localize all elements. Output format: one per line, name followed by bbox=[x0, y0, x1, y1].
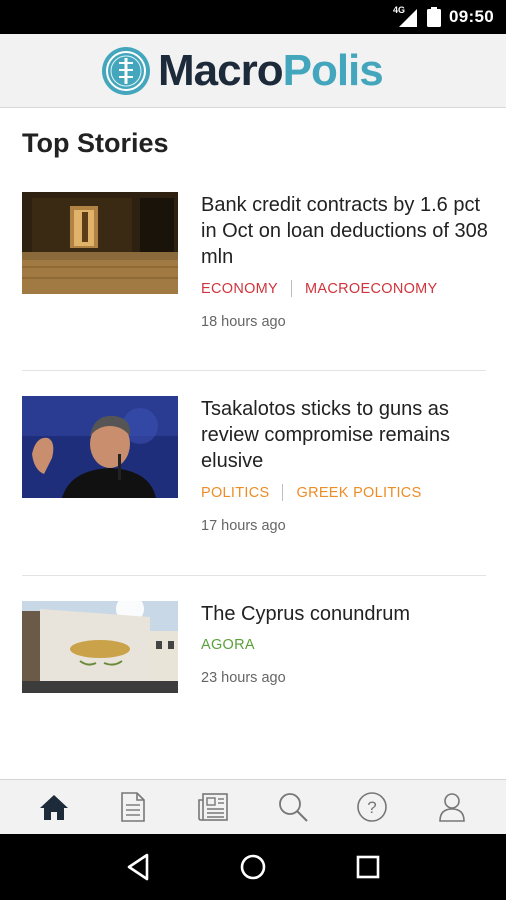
nav-home-button[interactable] bbox=[233, 847, 273, 887]
bottom-tab-bar: ? bbox=[0, 779, 506, 834]
category-tag[interactable]: POLITICS bbox=[201, 485, 269, 501]
story-thumbnail[interactable] bbox=[22, 601, 178, 693]
logo-emblem-icon bbox=[102, 47, 150, 95]
macropolis-logo[interactable]: Macro Polis bbox=[100, 44, 384, 98]
tab-help[interactable]: ? bbox=[342, 780, 402, 835]
newspaper-icon bbox=[198, 793, 228, 821]
app-screen: 4G 09:50 Macro Polis Top Stories Bank cr… bbox=[0, 0, 506, 900]
category-tag[interactable]: ECONOMY bbox=[201, 281, 278, 297]
nav-back-button[interactable] bbox=[118, 847, 158, 887]
clock: 09:50 bbox=[449, 7, 494, 26]
divider bbox=[22, 575, 486, 576]
story-categories: ECONOMY MACROECONOMY bbox=[201, 280, 438, 297]
back-icon bbox=[127, 853, 148, 881]
story-time: 18 hours ago bbox=[201, 314, 286, 330]
help-icon: ? bbox=[357, 792, 388, 822]
logo-text-polis: Polis bbox=[282, 46, 384, 95]
story-categories: POLITICS GREEK POLITICS bbox=[201, 484, 422, 501]
network-type: 4G bbox=[393, 5, 406, 15]
recents-icon bbox=[357, 855, 380, 879]
search-icon bbox=[278, 793, 308, 822]
category-tag[interactable]: AGORA bbox=[201, 637, 255, 653]
story-item[interactable]: The Cyprus conundrum AGORA 23 hours ago bbox=[22, 601, 486, 701]
home-icon bbox=[39, 795, 68, 820]
logo-text-macro: Macro bbox=[158, 46, 284, 95]
system-nav-bar bbox=[0, 834, 506, 900]
story-headline[interactable]: Tsakalotos sticks to guns as review comp… bbox=[201, 396, 491, 474]
nav-recents-button[interactable] bbox=[348, 847, 388, 887]
story-thumbnail[interactable] bbox=[22, 192, 178, 294]
svg-text:?: ? bbox=[368, 798, 377, 817]
profile-icon bbox=[439, 793, 465, 822]
tab-news[interactable] bbox=[183, 780, 243, 835]
tab-profile[interactable] bbox=[422, 780, 482, 835]
category-tag[interactable]: MACROECONOMY bbox=[305, 281, 438, 297]
tab-search[interactable] bbox=[263, 780, 323, 835]
story-item[interactable]: Tsakalotos sticks to guns as review comp… bbox=[22, 396, 486, 536]
divider bbox=[22, 370, 486, 371]
home-circle-icon bbox=[240, 854, 266, 880]
story-headline[interactable]: The Cyprus conundrum bbox=[201, 601, 491, 627]
story-thumbnail[interactable] bbox=[22, 396, 178, 498]
story-time: 17 hours ago bbox=[201, 518, 286, 534]
category-separator bbox=[291, 280, 293, 297]
section-title: Top Stories bbox=[22, 128, 169, 158]
tab-articles[interactable] bbox=[103, 780, 163, 835]
battery-icon bbox=[427, 7, 442, 27]
story-categories: AGORA bbox=[201, 637, 255, 653]
status-bar: 4G 09:50 bbox=[0, 0, 506, 34]
app-header: Macro Polis bbox=[0, 34, 506, 108]
category-separator bbox=[282, 484, 284, 501]
story-item[interactable]: Bank credit contracts by 1.6 pct in Oct … bbox=[22, 192, 488, 332]
category-tag[interactable]: GREEK POLITICS bbox=[296, 485, 421, 501]
signal-icon: 4G bbox=[393, 5, 419, 27]
tab-home[interactable] bbox=[24, 780, 84, 835]
story-headline[interactable]: Bank credit contracts by 1.6 pct in Oct … bbox=[201, 192, 491, 270]
document-icon bbox=[121, 792, 146, 822]
story-time: 23 hours ago bbox=[201, 670, 286, 686]
